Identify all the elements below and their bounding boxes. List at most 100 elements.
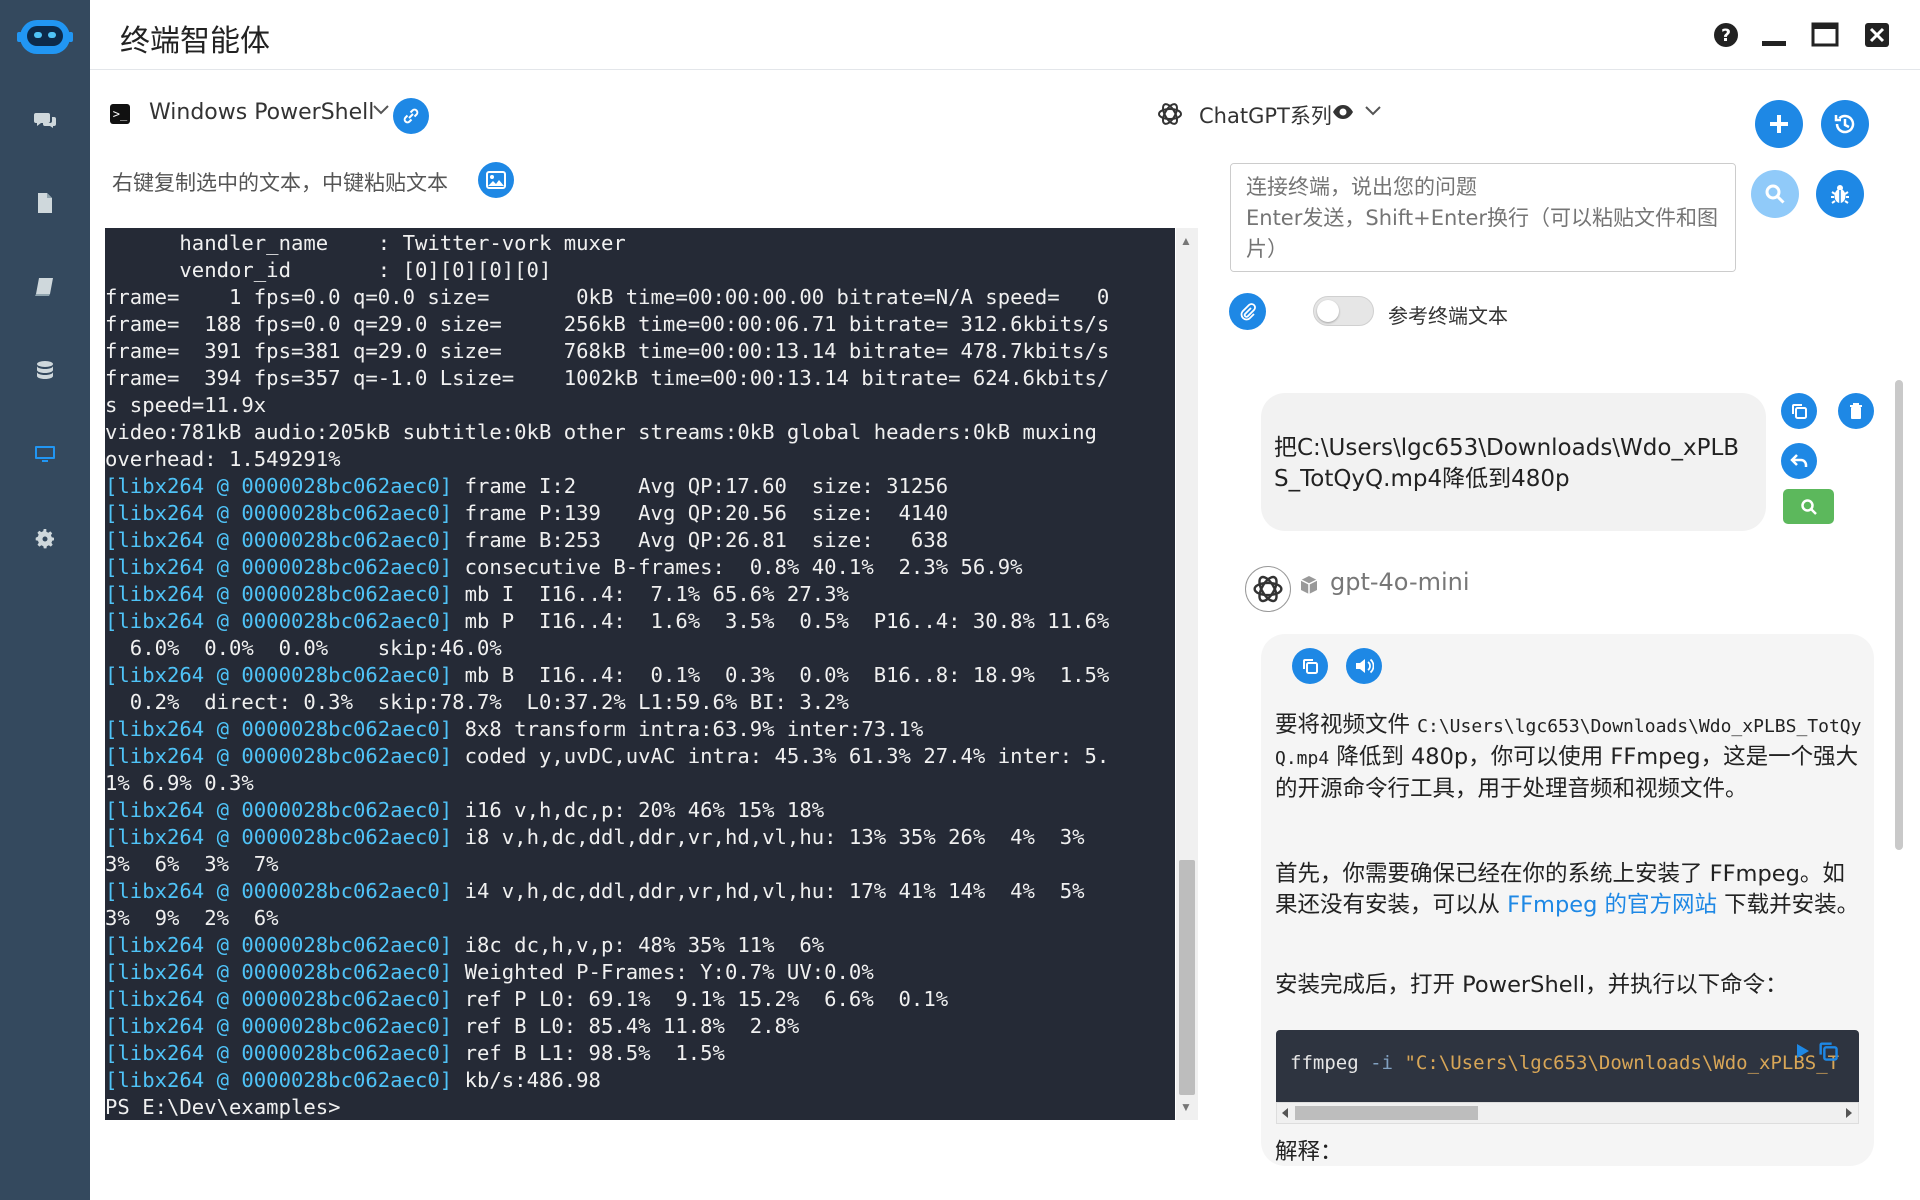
code-content: ffmpeg -i "C:\Users\lgc653\Downloads\Wdo…: [1290, 1052, 1839, 1074]
bot-avatar: [1245, 566, 1291, 612]
reference-terminal-label: 参考终端文本: [1388, 304, 1508, 328]
model-select[interactable]: ChatGPT系列: [1199, 100, 1332, 130]
terminal-line-text: frame B:253 Avg QP:26.81 size: 638: [452, 528, 949, 552]
app-title: 终端智能体: [120, 24, 270, 59]
terminal-select[interactable]: Windows PowerShell: [149, 100, 374, 125]
copy-icon: [1792, 404, 1807, 419]
paperclip-icon: [1240, 302, 1256, 320]
database-icon: [37, 361, 53, 379]
scroll-down-arrow-icon[interactable]: ▼: [1180, 1100, 1192, 1114]
sidebar-item-chat[interactable]: [0, 90, 90, 150]
ffmpeg-website-link[interactable]: FFmpeg 的官方网站: [1507, 892, 1717, 918]
terminal-line-text: PS E:\Dev\examples>: [105, 1095, 341, 1119]
terminal-line-text: i8c dc,h,v,p: 48% 35% 11% 6%: [452, 933, 825, 957]
terminal-line-prefix: [libx264 @ 0000028bc062aec0]: [105, 825, 453, 849]
terminal-scroll-thumb[interactable]: [1179, 860, 1195, 1095]
terminal-line: handler_name : Twitter-vork muxer: [105, 230, 1175, 257]
terminal-line: [libx264 @ 0000028bc062aec0] i4 v,h,dc,d…: [105, 878, 1175, 905]
terminal-scrollbar[interactable]: ▲ ▼: [1176, 228, 1198, 1120]
undo-icon: [1790, 454, 1808, 467]
terminal-line: PS E:\Dev\examples>: [105, 1094, 1175, 1120]
terminal-line: [libx264 @ 0000028bc062aec0] i16 v,h,dc,…: [105, 797, 1175, 824]
reply-text: 下载并安装。: [1717, 892, 1860, 918]
undo-message-button[interactable]: [1781, 443, 1817, 479]
terminal-line: [libx264 @ 0000028bc062aec0] i8c dc,h,v,…: [105, 932, 1175, 959]
run-icon[interactable]: [1793, 1042, 1811, 1060]
terminal-line: 3% 6% 3% 7%: [105, 851, 1175, 878]
powershell-icon: >_: [110, 104, 130, 124]
code-argument: "C:\Users\lgc653\Downloads\Wdo_xPLBS_T: [1404, 1052, 1840, 1074]
chevron-down-icon[interactable]: [372, 102, 390, 116]
copy-reply-button[interactable]: [1292, 648, 1328, 684]
maximize-button[interactable]: [1810, 20, 1840, 50]
title-bar: 终端智能体: [90, 0, 1920, 70]
terminal-line-text: 0.2% direct: 0.3% skip:78.7% L0:37.2% L1…: [105, 690, 849, 714]
chevron-down-icon[interactable]: [1364, 103, 1382, 117]
plus-icon: [1770, 115, 1788, 133]
terminal-line-text: 3% 9% 2% 6%: [105, 906, 279, 930]
scroll-left-arrow-icon[interactable]: [1280, 1107, 1290, 1119]
monitor-icon: [35, 446, 55, 462]
sidebar-item-database[interactable]: [0, 341, 90, 401]
scroll-up-arrow-icon[interactable]: ▲: [1180, 234, 1192, 248]
attach-button[interactable]: [1229, 293, 1266, 330]
terminal-line: [libx264 @ 0000028bc062aec0] 8x8 transfo…: [105, 716, 1175, 743]
svg-text:?: ?: [1721, 26, 1731, 46]
terminal-line: [libx264 @ 0000028bc062aec0] frame P:139…: [105, 500, 1175, 527]
chat-scrollbar[interactable]: [1895, 380, 1903, 850]
speaker-icon: [1356, 658, 1374, 674]
terminal-output[interactable]: handler_name : Twitter-vork muxer vendor…: [105, 228, 1175, 1120]
terminal-line-prefix: [libx264 @ 0000028bc062aec0]: [105, 1014, 453, 1038]
sidebar-item-settings[interactable]: [0, 509, 90, 569]
terminal-line-prefix: [libx264 @ 0000028bc062aec0]: [105, 933, 453, 957]
link-icon: [403, 108, 419, 124]
sidebar-item-document[interactable]: [0, 173, 90, 233]
speak-reply-button[interactable]: [1346, 648, 1382, 684]
new-chat-button[interactable]: [1755, 100, 1803, 148]
eye-icon[interactable]: [1332, 103, 1354, 121]
terminal-line: [libx264 @ 0000028bc062aec0] ref B L0: 8…: [105, 1013, 1175, 1040]
reply-partial-heading: 解释：: [1275, 1139, 1343, 1165]
terminal-line-text: frame I:2 Avg QP:17.60 size: 31256: [452, 474, 949, 498]
reference-terminal-toggle[interactable]: [1313, 296, 1374, 326]
terminal-line: overhead: 1.549291%: [105, 446, 1175, 473]
minimize-button[interactable]: [1759, 20, 1789, 50]
copy-icon[interactable]: [1817, 1040, 1839, 1062]
terminal-line-prefix: [libx264 @ 0000028bc062aec0]: [105, 1041, 453, 1065]
terminal-line-prefix: [libx264 @ 0000028bc062aec0]: [105, 582, 453, 606]
terminal-line-text: coded y,uvDC,uvAC intra: 45.3% 61.3% 27.…: [452, 744, 1110, 768]
close-icon: [1865, 23, 1889, 47]
terminal-line-prefix: [libx264 @ 0000028bc062aec0]: [105, 987, 453, 1011]
history-icon: [1834, 114, 1855, 134]
delete-message-button[interactable]: [1838, 393, 1874, 429]
robot-logo-icon: [17, 12, 73, 62]
code-horizontal-scrollbar[interactable]: [1276, 1102, 1859, 1124]
sidebar-item-book[interactable]: [0, 257, 90, 317]
search-message-button[interactable]: [1783, 489, 1834, 524]
scroll-right-arrow-icon[interactable]: [1844, 1107, 1854, 1119]
code-command: ffmpeg: [1290, 1052, 1359, 1074]
terminal-line: [libx264 @ 0000028bc062aec0] frame B:253…: [105, 527, 1175, 554]
terminal-line: 1% 6.9% 0.3%: [105, 770, 1175, 797]
reply-text: 降低到 480p，你可以使用 FFmpeg，这是一个强大的开源命令行工具，用于处…: [1275, 744, 1859, 802]
search-icon: [1765, 184, 1785, 204]
help-button[interactable]: ?: [1711, 20, 1741, 50]
connect-terminal-button[interactable]: [393, 98, 429, 134]
code-scroll-thumb[interactable]: [1295, 1106, 1478, 1120]
reply-paragraph-3: 安装完成后，打开 PowerShell，并执行以下命令：: [1275, 972, 1788, 998]
search-icon: [1800, 498, 1817, 515]
terminal-line-text: i16 v,h,dc,p: 20% 46% 15% 18%: [452, 798, 825, 822]
terminal-line-text: ref P L0: 69.1% 9.1% 15.2% 6.6% 0.1%: [452, 987, 949, 1011]
history-button[interactable]: [1821, 100, 1869, 148]
terminal-screenshot-button[interactable]: [478, 162, 514, 198]
debug-button[interactable]: [1816, 170, 1864, 218]
terminal-line-prefix: [libx264 @ 0000028bc062aec0]: [105, 474, 453, 498]
chat-input[interactable]: [1230, 163, 1736, 272]
terminal-line-text: frame= 1 fps=0.0 q=0.0 size= 0kB time=00…: [105, 285, 1110, 309]
sidebar-item-terminal[interactable]: [0, 424, 90, 484]
copy-message-button[interactable]: [1781, 393, 1817, 429]
search-button[interactable]: [1751, 170, 1799, 218]
close-button[interactable]: [1862, 20, 1892, 50]
terminal-line-text: 6.0% 0.0% 0.0% skip:46.0%: [105, 636, 502, 660]
trash-icon: [1850, 403, 1862, 419]
